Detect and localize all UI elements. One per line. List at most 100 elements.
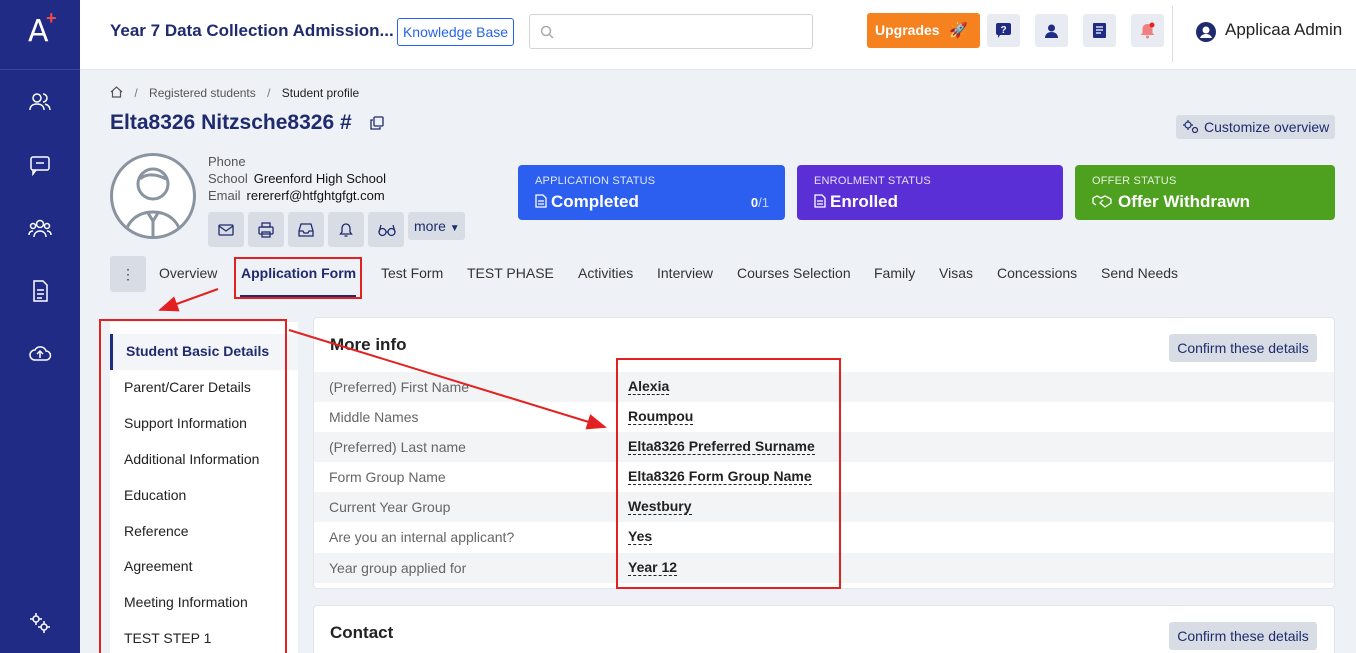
- breadcrumb-registered-students[interactable]: Registered students: [149, 86, 256, 100]
- field-value[interactable]: Alexia: [628, 379, 670, 395]
- application-status-text: Completed: [551, 192, 639, 211]
- email-button[interactable]: [208, 212, 244, 247]
- field-value[interactable]: Year 12: [628, 560, 678, 576]
- search-input[interactable]: [529, 14, 813, 49]
- copy-icon[interactable]: [370, 116, 384, 135]
- step-meeting-information[interactable]: Meeting Information: [124, 594, 248, 610]
- inbox-icon: [298, 223, 314, 237]
- avatar: [110, 153, 196, 239]
- users-icon[interactable]: [28, 90, 52, 114]
- phone-label: Phone: [208, 154, 246, 169]
- tab-visas[interactable]: Visas: [939, 265, 973, 281]
- field-label: (Preferred) Last name: [329, 439, 466, 455]
- field-label: Form Group Name: [329, 469, 446, 485]
- app-title[interactable]: Year 7 Data Collection Admission...: [110, 21, 394, 41]
- view-button[interactable]: [368, 212, 404, 247]
- cloud-upload-icon[interactable]: [28, 342, 52, 366]
- contact-title: Contact: [330, 623, 394, 642]
- table-row: Current Year Group Westbury: [314, 492, 1334, 522]
- glasses-icon: [378, 224, 396, 237]
- enrolment-status-text: Enrolled: [830, 192, 899, 211]
- school-label: School: [208, 171, 248, 186]
- email-value: rerererf@htfghtgfgt.com: [246, 188, 385, 203]
- offer-status-label: OFFER STATUS: [1092, 175, 1177, 187]
- user-menu[interactable]: Applicaa Admin: [1196, 20, 1343, 42]
- reminder-button[interactable]: [328, 212, 364, 247]
- breadcrumb: / Registered students / Student profile: [110, 86, 359, 100]
- tab-application-form[interactable]: Application Form: [241, 265, 356, 281]
- envelope-icon: [218, 224, 234, 236]
- document-icon: [814, 194, 826, 208]
- application-status-card[interactable]: APPLICATION STATUS Completed 0/1: [518, 165, 785, 220]
- tab-activities[interactable]: Activities: [578, 265, 633, 281]
- user-name: Applicaa Admin: [1225, 20, 1343, 39]
- tabs-menu-button[interactable]: ⋮: [110, 256, 146, 292]
- form-steps-panel: Student Basic Details Parent/Carer Detai…: [110, 322, 298, 653]
- caret-down-icon: ▼: [449, 223, 460, 234]
- step-support-information[interactable]: Support Information: [124, 415, 247, 431]
- upgrades-button[interactable]: Upgrades 🚀: [867, 13, 980, 48]
- field-value[interactable]: Yes: [628, 529, 653, 545]
- messages-icon[interactable]: [28, 153, 52, 177]
- logo-plus: +: [46, 8, 57, 28]
- help-icon[interactable]: ?: [987, 14, 1020, 47]
- field-value[interactable]: Roumpou: [628, 409, 694, 425]
- confirm-contact-button[interactable]: Confirm these details: [1169, 622, 1317, 650]
- step-parent-carer-details[interactable]: Parent/Carer Details: [124, 379, 251, 395]
- print-button[interactable]: [248, 212, 284, 247]
- notifications-icon[interactable]: [1131, 14, 1164, 47]
- step-student-basic-details[interactable]: Student Basic Details: [126, 343, 269, 359]
- tab-courses-selection[interactable]: Courses Selection: [737, 265, 851, 281]
- tab-send-needs[interactable]: Send Needs: [1101, 265, 1178, 281]
- field-label: (Preferred) First Name: [329, 379, 470, 395]
- tab-overview[interactable]: Overview: [159, 265, 217, 281]
- table-row: Middle Names Roumpou: [314, 402, 1334, 432]
- user-avatar-icon: [1196, 22, 1216, 42]
- email-row: Email rerererf@htfghtgfgt.com: [208, 188, 385, 203]
- settings-icon[interactable]: [28, 611, 52, 635]
- search-icon: [540, 25, 554, 39]
- customize-label: Customize overview: [1204, 119, 1330, 135]
- tab-test-phase[interactable]: TEST PHASE: [467, 265, 554, 281]
- active-tab-underline: [240, 295, 356, 297]
- knowledge-base-button[interactable]: Knowledge Base: [397, 18, 514, 46]
- application-count: 0/1: [751, 195, 769, 210]
- step-additional-information[interactable]: Additional Information: [124, 451, 259, 467]
- step-test-step-1[interactable]: TEST STEP 1: [124, 630, 211, 646]
- step-agreement[interactable]: Agreement: [124, 558, 192, 574]
- book-icon[interactable]: [1083, 14, 1116, 47]
- tab-concessions[interactable]: Concessions: [997, 265, 1077, 281]
- home-icon[interactable]: [110, 86, 123, 98]
- email-label: Email: [208, 188, 241, 203]
- tab-test-form[interactable]: Test Form: [381, 265, 443, 281]
- step-education[interactable]: Education: [124, 487, 186, 503]
- field-value[interactable]: Elta8326 Form Group Name: [628, 469, 812, 485]
- document-icon[interactable]: [28, 279, 52, 303]
- page-title: Elta8326 Nitzsche8326 #: [110, 111, 352, 134]
- offer-status-card[interactable]: OFFER STATUS Offer Withdrawn: [1075, 165, 1335, 220]
- confirm-more-info-button[interactable]: Confirm these details: [1169, 334, 1317, 362]
- printer-icon: [258, 222, 274, 238]
- app-logo[interactable]: A +: [0, 0, 80, 70]
- enrolment-status-card[interactable]: ENROLMENT STATUS Enrolled: [797, 165, 1063, 220]
- field-value[interactable]: Westbury: [628, 499, 692, 515]
- inbox-button[interactable]: [288, 212, 324, 247]
- customize-overview-button[interactable]: Customize overview: [1176, 115, 1335, 139]
- school-value: Greenford High School: [253, 171, 386, 186]
- table-row: Year group applied for Year 12: [314, 553, 1334, 583]
- active-step-indicator: [110, 334, 113, 370]
- application-count-total: /1: [758, 195, 769, 210]
- group-icon[interactable]: [28, 216, 52, 240]
- offer-status-value: Offer Withdrawn: [1092, 192, 1250, 212]
- tab-interview[interactable]: Interview: [657, 265, 713, 281]
- field-value[interactable]: Elta8326 Preferred Surname: [628, 439, 815, 455]
- contact-panel: Contact Confirm these details: [313, 605, 1335, 653]
- top-bar: Year 7 Data Collection Admission... Know…: [80, 0, 1356, 70]
- document-icon: [535, 194, 547, 208]
- school-row: School Greenford High School: [208, 171, 386, 186]
- support-agent-icon[interactable]: [1035, 14, 1068, 47]
- sidebar: A +: [0, 0, 80, 653]
- tab-family[interactable]: Family: [874, 265, 915, 281]
- more-button[interactable]: more ▼: [408, 212, 465, 240]
- step-reference[interactable]: Reference: [124, 523, 189, 539]
